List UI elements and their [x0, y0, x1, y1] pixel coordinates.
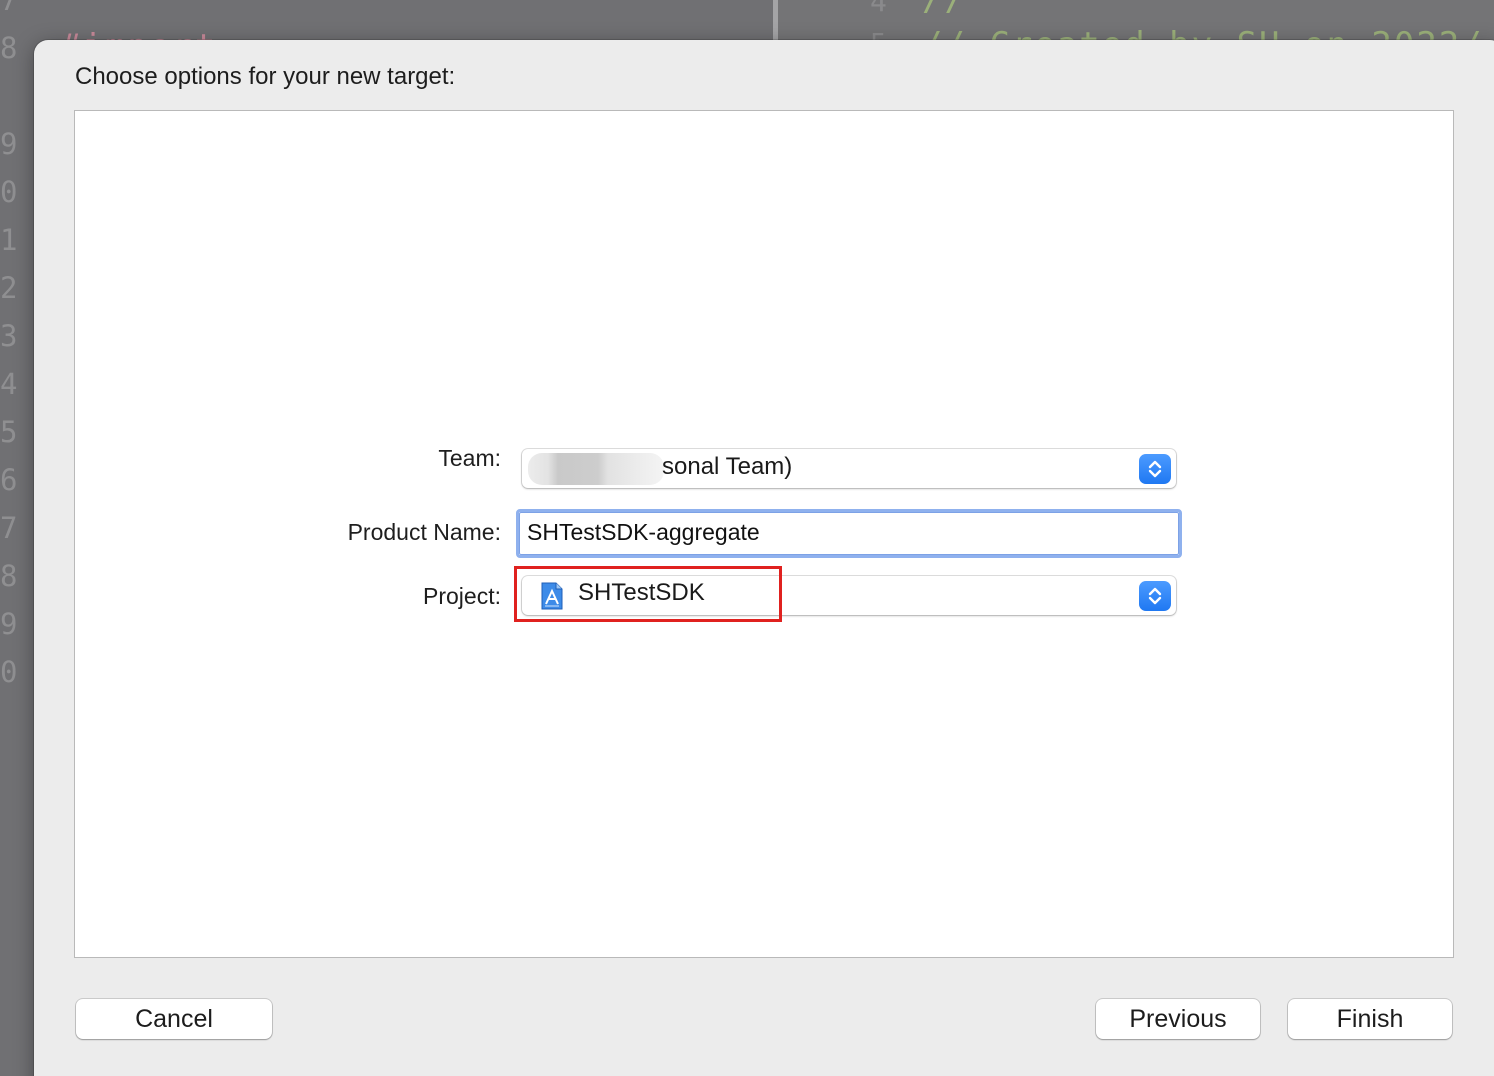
line-number: 5: [0, 415, 18, 449]
team-popup-button[interactable]: sonal Team): [522, 449, 1176, 488]
line-number: 4: [0, 367, 18, 401]
line-number: 9: [0, 607, 18, 641]
line-number: 8: [0, 559, 18, 593]
team-popup-value: sonal Team): [662, 453, 793, 480]
sheet-title: Choose options for your new target:: [75, 63, 456, 90]
line-number: 2: [0, 271, 18, 305]
product-name-value: SHTestSDK-aggregate: [527, 519, 760, 545]
team-label: Team:: [438, 445, 501, 471]
line-number: 8: [0, 31, 18, 65]
line-number: 7: [0, 0, 18, 17]
new-target-options-sheet: Choose options for your new target: Team…: [34, 40, 1494, 1076]
line-number: 0: [0, 175, 18, 209]
line-number: 3: [0, 319, 18, 353]
product-name-label: Product Name:: [347, 519, 501, 545]
line-number: 0: [0, 655, 18, 689]
line-number: 9: [0, 127, 18, 161]
line-number: 4: [870, 0, 887, 18]
team-popup-stepper-icon: [1139, 454, 1171, 484]
previous-button[interactable]: Previous: [1096, 999, 1260, 1039]
cancel-button[interactable]: Cancel: [76, 999, 272, 1039]
line-number: 1: [0, 223, 18, 257]
project-label: Project:: [423, 583, 501, 609]
project-popup-stepper-icon: [1139, 581, 1171, 611]
code-comment: //: [922, 0, 967, 16]
annotation-highlight-box: [514, 566, 782, 622]
line-number: 7: [0, 511, 18, 545]
redacted-team-name: [528, 453, 664, 485]
line-number: 6: [0, 463, 18, 497]
form-labels: Team: Product Name: Project:: [275, 111, 501, 957]
options-panel: Team: Product Name: Project: sonal Team)…: [74, 110, 1454, 958]
finish-button[interactable]: Finish: [1288, 999, 1452, 1039]
product-name-field[interactable]: SHTestSDK-aggregate: [516, 509, 1182, 558]
